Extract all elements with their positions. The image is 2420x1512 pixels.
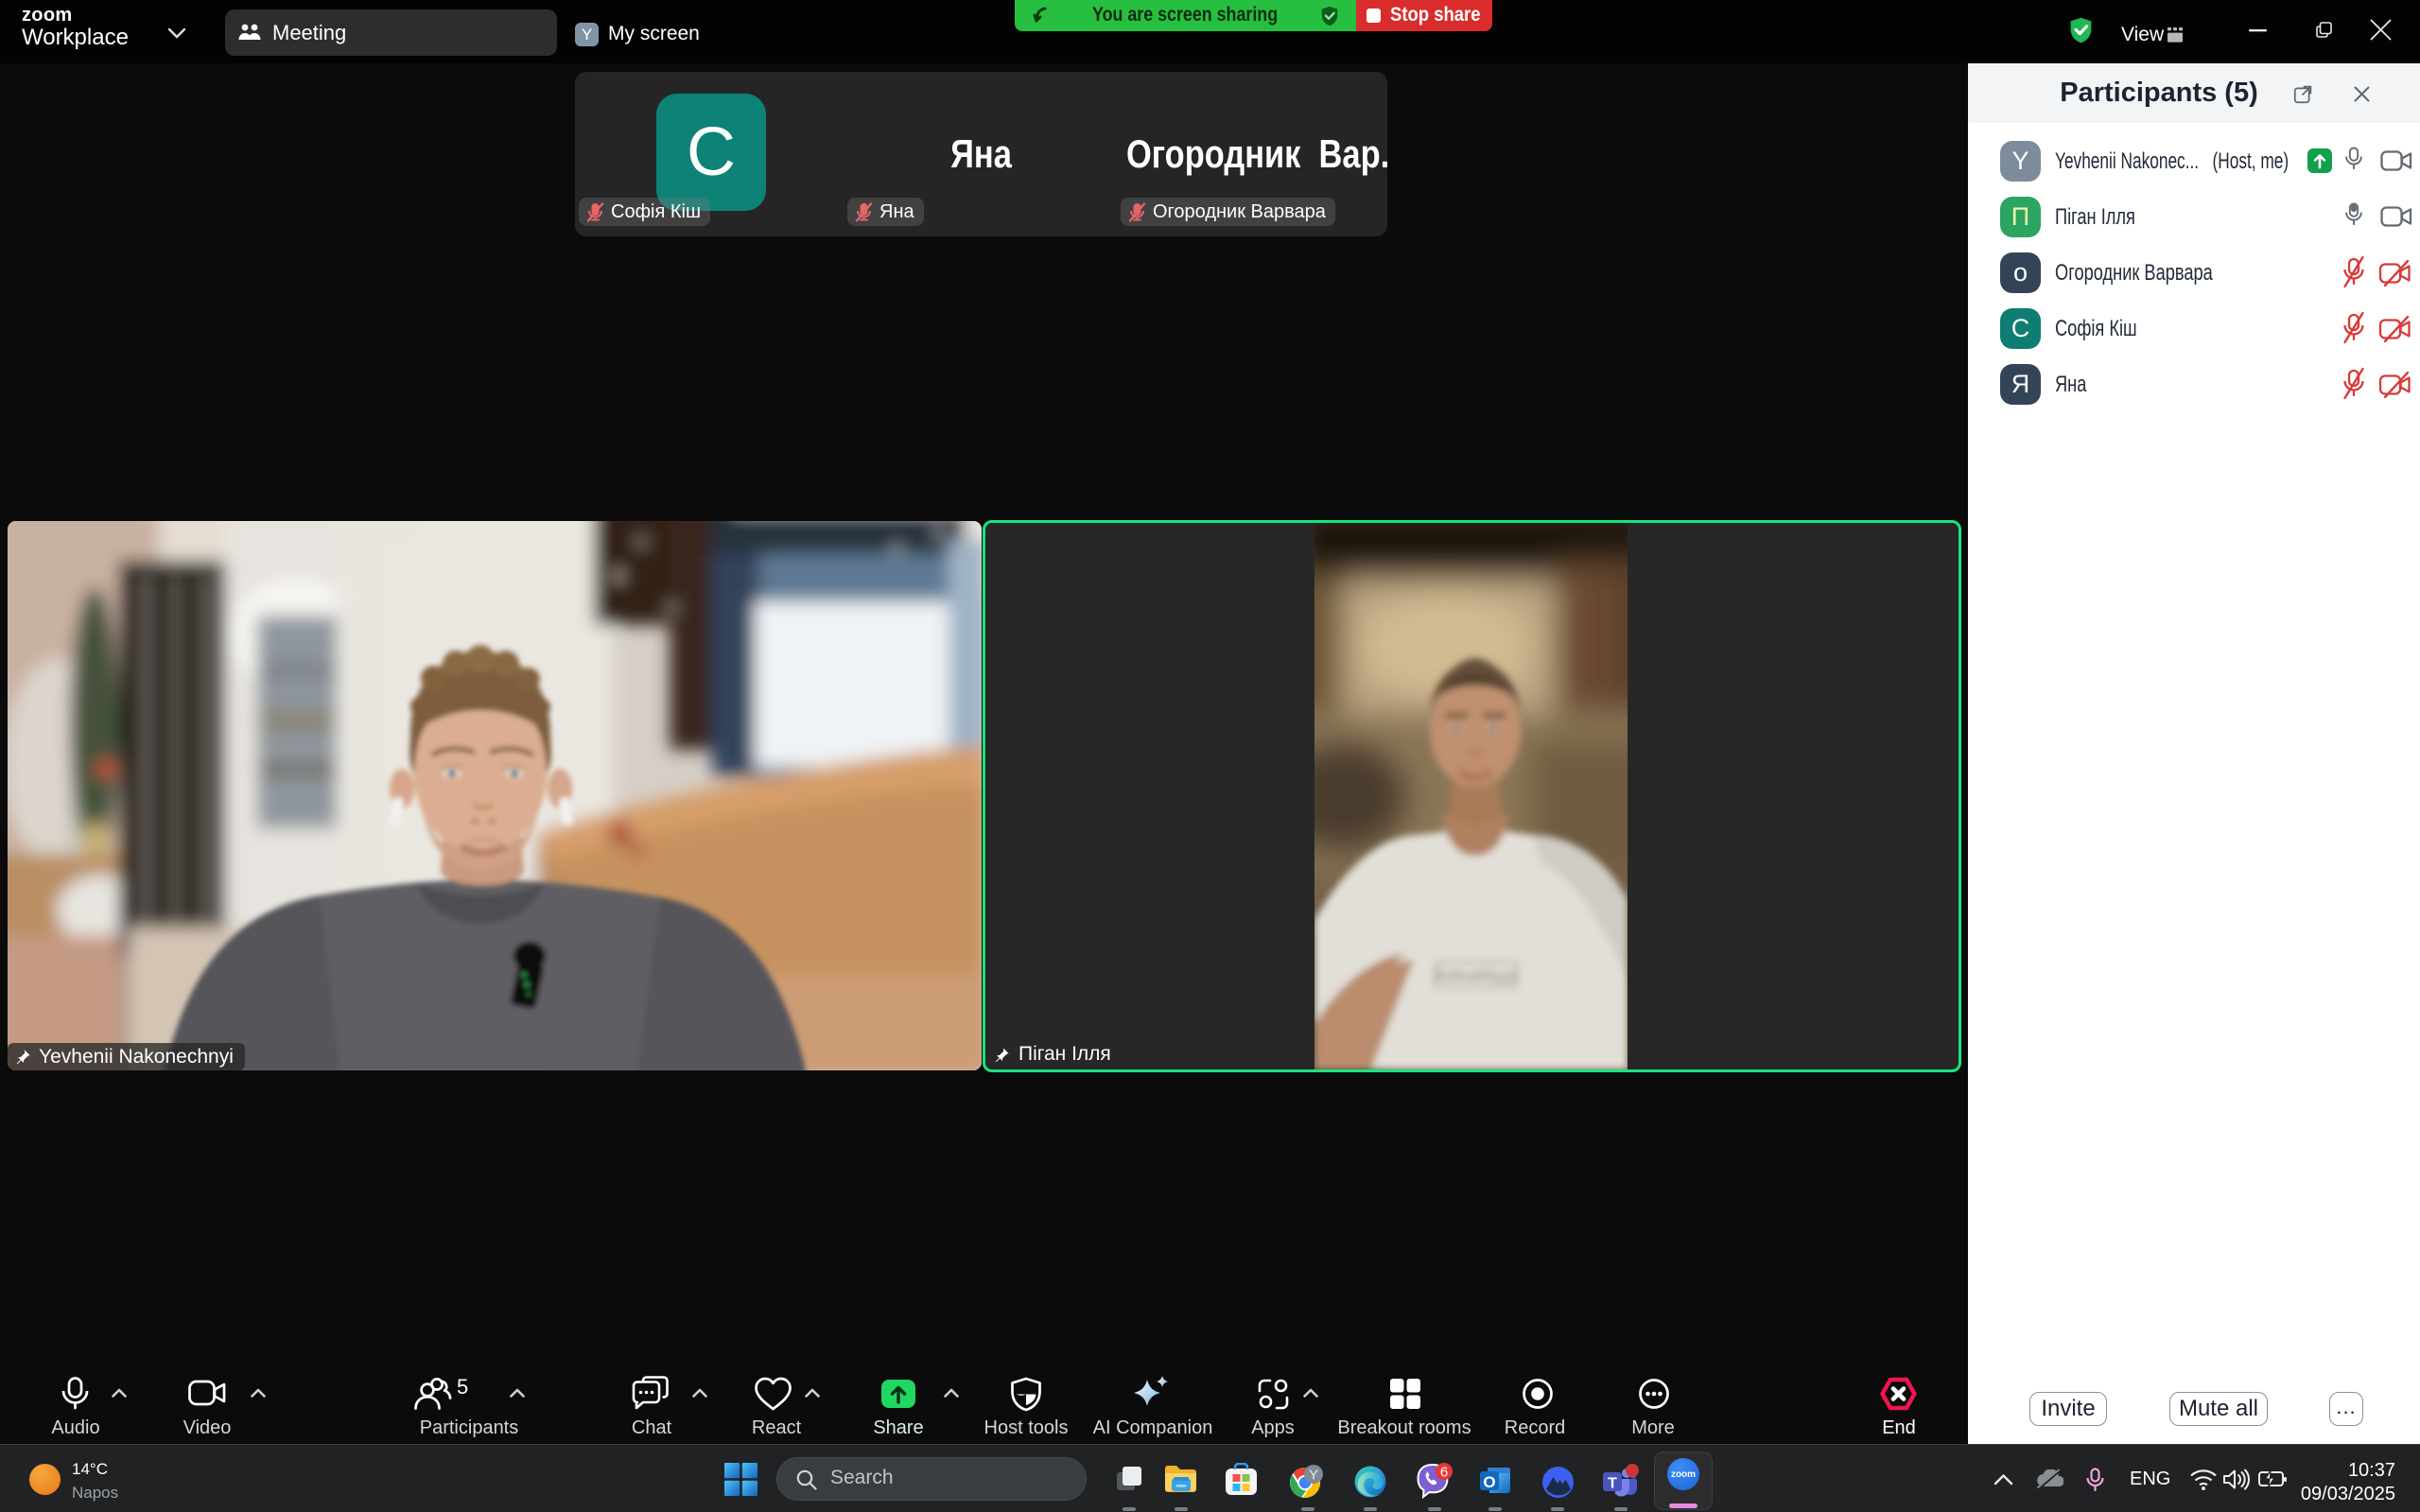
svg-text:Y: Y [1309, 1468, 1318, 1484]
svg-text:6: 6 [1440, 1465, 1448, 1481]
svg-text:йойнайбуде: йойнайбуде [1435, 968, 1518, 984]
svg-text:O: O [1483, 1473, 1495, 1491]
svg-text:T: T [1608, 1476, 1617, 1492]
